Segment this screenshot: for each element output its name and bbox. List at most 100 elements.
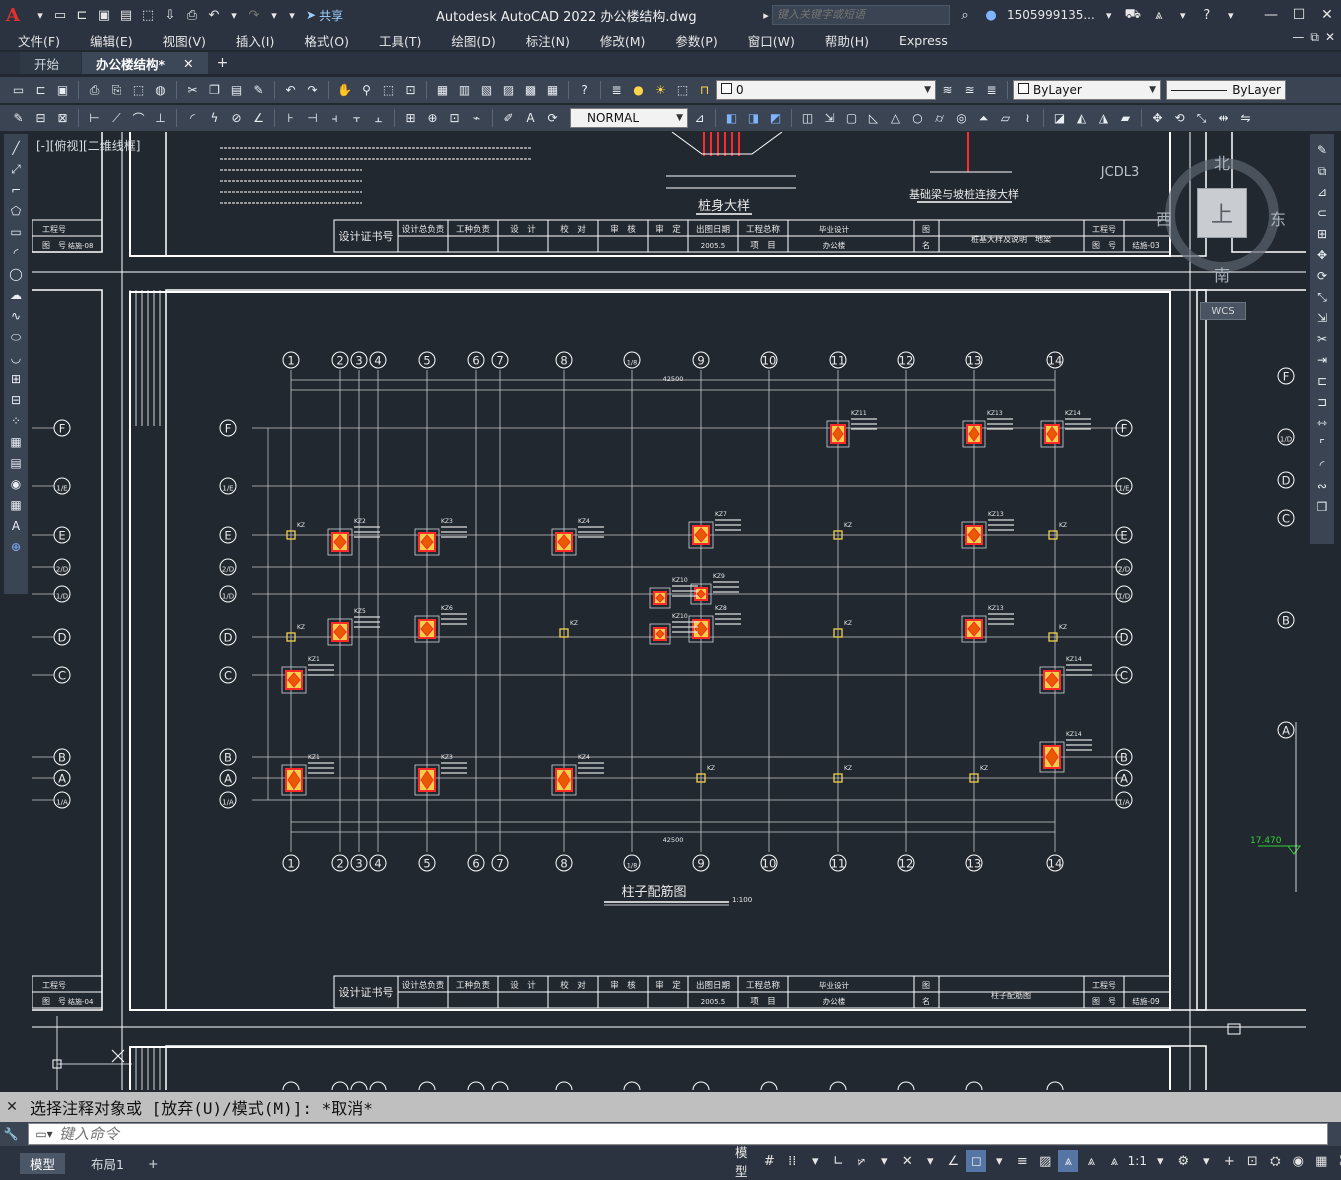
linear-dim-icon[interactable]: ⊢ <box>84 108 105 129</box>
cylinder-icon[interactable]: ⌭ <box>929 108 950 129</box>
array-icon[interactable]: ⊞ <box>1312 224 1332 244</box>
plot-icon[interactable]: ⎙ <box>84 80 105 101</box>
cut-icon[interactable]: ✂ <box>182 80 203 101</box>
layer-dropdown[interactable]: 0 ▼ <box>716 80 936 100</box>
model-space-toggle[interactable]: 模型 <box>733 1145 756 1179</box>
pyramid-icon[interactable]: ⏶ <box>973 108 994 129</box>
dim-break-icon[interactable]: ⫠ <box>368 108 389 129</box>
menu-tools[interactable]: 工具(T) <box>361 31 433 50</box>
chevron-down-icon[interactable]: ▾ <box>1175 7 1191 23</box>
dim-override-icon[interactable]: ⊿ <box>689 108 710 129</box>
viewcube[interactable]: 北 南 东 西 上 <box>1150 150 1290 290</box>
polygon-icon[interactable]: ⬠ <box>6 201 26 221</box>
maximize-icon[interactable]: ☐ <box>1285 0 1313 30</box>
flatshot-icon[interactable]: ▰ <box>1115 108 1136 129</box>
move-icon[interactable]: ✥ <box>1312 245 1332 265</box>
continue-dim-icon[interactable]: ⫞ <box>324 108 345 129</box>
customize-icon[interactable]: ▾ <box>284 7 300 23</box>
intersect-icon[interactable]: ◩ <box>765 108 786 129</box>
menu-window[interactable]: 窗口(W) <box>730 31 807 50</box>
table-icon[interactable]: ▦ <box>6 495 26 515</box>
polyline-icon[interactable]: ⌐ <box>6 180 26 200</box>
pan-icon[interactable]: ✋ <box>334 80 355 101</box>
zoom-previous-icon[interactable]: ⊡ <box>400 80 421 101</box>
add-layout-button[interactable]: + <box>138 1155 168 1172</box>
gradient-icon[interactable]: ▤ <box>6 453 26 473</box>
viewcube-east[interactable]: 东 <box>1270 206 1286 230</box>
radius-dim-icon[interactable]: ◜ <box>182 108 203 129</box>
join-icon[interactable]: ⇿ <box>1312 413 1332 433</box>
trim-icon[interactable]: ✂ <box>1312 329 1332 349</box>
point-icon[interactable]: ⁘ <box>6 411 26 431</box>
layer-previous-icon[interactable]: ≊ <box>959 80 980 101</box>
dim-edit-icon[interactable]: ✐ <box>498 108 519 129</box>
cone-icon[interactable]: △ <box>885 108 906 129</box>
layer-freeze-icon[interactable]: ☀ <box>650 80 671 101</box>
box-icon[interactable]: ▢ <box>841 108 862 129</box>
chevron-down-icon[interactable]: ▾ <box>1223 7 1239 23</box>
section-icon[interactable]: ◮ <box>1093 108 1114 129</box>
chevron-down-icon[interactable]: ▾ <box>805 1150 825 1172</box>
dim-space-icon[interactable]: ⫟ <box>346 108 367 129</box>
menu-dimension[interactable]: 标注(N) <box>508 31 582 50</box>
viewcube-top-face[interactable]: 上 <box>1197 188 1247 238</box>
menu-express[interactable]: Express <box>881 33 960 48</box>
menu-file[interactable]: 文件(F) <box>0 31 72 50</box>
arc-icon[interactable]: ◜ <box>6 243 26 263</box>
tab-drawing[interactable]: 办公楼结构* ✕ <box>82 52 208 74</box>
torus-icon[interactable]: ◎ <box>951 108 972 129</box>
viewcube-west[interactable]: 西 <box>1156 206 1172 230</box>
make-block-icon[interactable]: ⊟ <box>6 390 26 410</box>
plus-icon[interactable]: + <box>1219 1150 1239 1172</box>
copy-icon[interactable]: ❐ <box>204 80 225 101</box>
break-at-point-icon[interactable]: ⊏ <box>1312 371 1332 391</box>
fillet-icon[interactable]: ◜ <box>1312 455 1332 475</box>
arc-length-icon[interactable]: ⌒ <box>128 108 149 129</box>
publish-icon[interactable]: ⬚ <box>138 5 158 25</box>
auto-scale-icon[interactable]: ⩓ <box>1081 1150 1101 1172</box>
close-icon[interactable]: ✕ <box>183 56 193 71</box>
dim-style-dropdown[interactable]: NORMAL ▼ <box>570 108 688 128</box>
planar-icon[interactable]: ▱ <box>995 108 1016 129</box>
sheet-set-icon[interactable]: ▨ <box>498 80 519 101</box>
command-input[interactable] <box>59 1125 1299 1143</box>
subtract-icon[interactable]: ◨ <box>743 108 764 129</box>
layout-tab-layout1[interactable]: 布局1 <box>81 1153 134 1174</box>
diameter-dim-icon[interactable]: ⊘ <box>226 108 247 129</box>
hardware-accel-icon[interactable]: ⛭ <box>1265 1150 1285 1172</box>
ordinate-dim-icon[interactable]: ⊥ <box>150 108 171 129</box>
annotation-scale-icon[interactable]: ⩓ <box>1104 1150 1124 1172</box>
jogged-linear-icon[interactable]: ⌁ <box>466 108 487 129</box>
menu-edit[interactable]: 编辑(E) <box>72 31 145 50</box>
plot-preview-icon[interactable]: ⎘ <box>106 80 127 101</box>
layer-properties-icon[interactable]: ≣ <box>606 80 627 101</box>
polar-icon[interactable]: ⦬ <box>851 1150 871 1172</box>
lineweight-icon[interactable]: ≡ <box>1012 1150 1032 1172</box>
make-current-layer-icon[interactable]: ≋ <box>937 80 958 101</box>
ortho-icon[interactable]: ∟ <box>828 1150 848 1172</box>
help-icon[interactable]: ? <box>1197 5 1217 25</box>
dim-update-icon[interactable]: ⊠ <box>52 108 73 129</box>
construction-line-icon[interactable]: ⤢ <box>6 159 26 179</box>
erase-icon[interactable]: ✎ <box>1312 140 1332 160</box>
menu-insert[interactable]: 插入(I) <box>218 31 286 50</box>
grid-icon[interactable]: # <box>759 1150 779 1172</box>
blend-curves-icon[interactable]: ∾ <box>1312 476 1332 496</box>
scale-icon[interactable]: ⤡ <box>1312 287 1332 307</box>
open-icon[interactable]: ⊏ <box>72 5 92 25</box>
redo-dropdown-icon[interactable]: ▾ <box>266 7 282 23</box>
user-icon[interactable]: ● <box>981 5 1001 25</box>
search-icon[interactable]: ⌕ <box>955 5 975 25</box>
mirror-icon[interactable]: ⊿ <box>1312 182 1332 202</box>
menu-modify[interactable]: 修改(M) <box>582 31 658 50</box>
isometric-icon[interactable]: ∠ <box>943 1150 963 1172</box>
dim-update-refresh-icon[interactable]: ⟳ <box>542 108 563 129</box>
calculator-icon[interactable]: ▦ <box>542 80 563 101</box>
isolate-icon[interactable]: ⊡ <box>1242 1150 1262 1172</box>
zoom-realtime-icon[interactable]: ⚲ <box>356 80 377 101</box>
break-icon[interactable]: ⊐ <box>1312 392 1332 412</box>
spline-icon[interactable]: ∿ <box>6 306 26 326</box>
presspull-icon[interactable]: ⇲ <box>819 108 840 129</box>
color-dropdown[interactable]: ByLayer ▼ <box>1013 80 1161 100</box>
extend-icon[interactable]: ⇥ <box>1312 350 1332 370</box>
